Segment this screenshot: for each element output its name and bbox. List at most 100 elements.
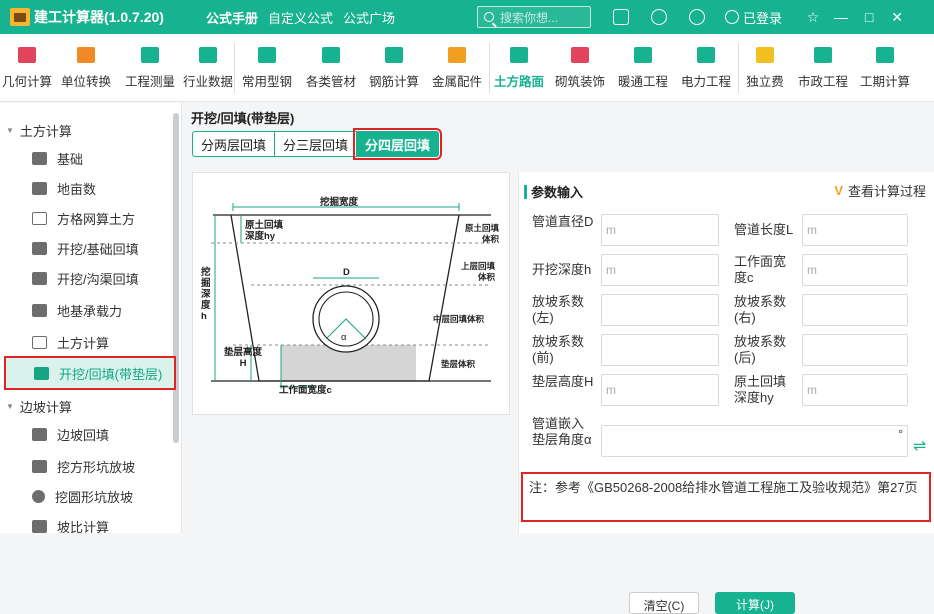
- login-status[interactable]: 已登录: [725, 8, 782, 27]
- label-orig-backfill-volume: 原土回填 体积: [465, 223, 500, 244]
- pipe-length-input[interactable]: m: [802, 214, 908, 246]
- sidebar-item-label: 开挖/基础回填: [57, 241, 139, 257]
- maximize-button[interactable]: □: [862, 9, 876, 25]
- toolbar-item-label: 各类管材: [305, 74, 356, 89]
- sidebar-item-grid-earthwork[interactable]: 方格网算土方: [32, 207, 135, 229]
- triangle-icon: [32, 335, 47, 349]
- pipe-icon: [322, 46, 340, 63]
- sidebar-item-label: 土方计算: [57, 335, 110, 351]
- sidebar-item-slope-ratio[interactable]: 坡比计算: [32, 515, 109, 533]
- cushion-height-input[interactable]: m: [601, 374, 719, 406]
- trench-diagram: 挖掘宽度 原土回填 深度hy 原土回填 体积 D 上层回填 体积 挖 掘 深 度…: [192, 172, 510, 415]
- app-logo-icon: [10, 8, 30, 26]
- label-work-width: 工作面宽度c: [734, 254, 787, 285]
- tree-group-slope[interactable]: ▼ 边坡计算: [6, 397, 72, 416]
- tab-formula-square[interactable]: 公式广场: [339, 8, 399, 27]
- toolbar-item-house-power[interactable]: 电力工程: [674, 34, 738, 102]
- toolbar-item-fitting[interactable]: 金属配件: [425, 34, 489, 102]
- tree-group-earthwork[interactable]: ▼ 土方计算: [6, 121, 72, 140]
- toolbar-item-pipe[interactable]: 各类管材: [299, 34, 363, 102]
- clear-button[interactable]: 清空(C): [629, 592, 699, 614]
- toolbar-item-cm[interactable]: 单位转换: [54, 34, 118, 102]
- slope-front-input[interactable]: [601, 334, 719, 366]
- close-button[interactable]: ✕: [890, 9, 904, 26]
- toolbar-item-municipal[interactable]: 市政工程: [791, 34, 855, 102]
- toolbar-item-axis[interactable]: 工程测量: [118, 34, 182, 102]
- sidebar-item-earthwork-calc[interactable]: 土方计算: [32, 331, 109, 353]
- settings-gear-icon[interactable]: [689, 9, 706, 25]
- search-input[interactable]: 搜索你想...: [477, 6, 592, 28]
- label-dig-depth: 挖 掘 深 度 h: [201, 267, 211, 322]
- subtab-three-layer[interactable]: 分三层回填: [274, 131, 357, 157]
- param-header: 参数输入: [524, 182, 583, 201]
- square-pit-icon: [32, 459, 47, 473]
- toolbar-item-chart[interactable]: 行业数据: [182, 34, 234, 102]
- reference-note: 注：参考《GB50268-2008给排水管道工程施工及验收规范》第27页: [521, 472, 931, 522]
- foundation-icon: [32, 151, 47, 165]
- toolbar-item-tools[interactable]: 常用型钢: [235, 34, 299, 102]
- slope-left-input[interactable]: [601, 294, 719, 326]
- chart-icon: [199, 46, 217, 63]
- title-bar: 建工计算器(1.0.7.20) 公式手册 自定义公式 公式广场 搜索你想... …: [0, 0, 934, 34]
- sidebar: ▼ 土方计算 基础 地亩数 方格网算土方 开挖/基础回填 开挖/沟渠回填 地基承…: [0, 103, 182, 533]
- tab-custom-formula[interactable]: 自定义公式: [264, 8, 337, 27]
- pipe-diameter-input[interactable]: m: [601, 214, 719, 246]
- grid-icon: [32, 211, 47, 225]
- dig-depth-input[interactable]: m: [601, 254, 719, 286]
- slope-right-input[interactable]: [802, 294, 908, 326]
- slope-back-input[interactable]: [802, 334, 908, 366]
- work-width-input[interactable]: m: [802, 254, 908, 286]
- subtab-two-layer[interactable]: 分两层回填: [192, 131, 275, 157]
- toolbar-item-truck[interactable]: 工期计算: [855, 34, 915, 102]
- view-calc-process-button[interactable]: V 查看计算过程: [834, 181, 926, 200]
- label-pipe-diameter: 管道直径D: [532, 214, 594, 229]
- toolbar-item-rebar[interactable]: 钢筋计算: [363, 34, 425, 102]
- calculate-button[interactable]: 计算(J): [715, 592, 795, 614]
- toolbar-item-fan[interactable]: 暖通工程: [612, 34, 674, 102]
- pin-icon[interactable]: ☆: [806, 9, 820, 26]
- embed-angle-input[interactable]: °: [601, 425, 908, 457]
- sidebar-item-round-pit[interactable]: 挖圆形坑放坡: [32, 485, 133, 507]
- screenshot-icon[interactable]: [613, 9, 630, 25]
- sidebar-item-foundation-backfill[interactable]: 开挖/基础回填: [32, 237, 139, 259]
- sidebar-item-square-pit[interactable]: 挖方形坑放坡: [32, 455, 135, 477]
- sidebar-item-ditch-backfill[interactable]: 开挖/沟渠回填: [32, 267, 139, 289]
- label-cushion-height: 垫层高度H: [532, 374, 594, 389]
- sidebar-item-backfill-with-cushion[interactable]: 开挖/回填(带垫层): [4, 356, 176, 390]
- label-slope-front: 放坡系数(前): [532, 334, 585, 365]
- param-header-label: 参数输入: [531, 185, 584, 200]
- toolbar-item-cube[interactable]: 几何计算: [0, 34, 54, 102]
- sidebar-item-bearing-capacity[interactable]: 地基承载力: [32, 299, 122, 321]
- label-orig-backfill-depth: 原土回填深度hy: [734, 374, 787, 405]
- toolbar-item-label: 常用型钢: [241, 74, 292, 89]
- toolbar-item-road[interactable]: 土方路面: [490, 34, 548, 102]
- sidebar-scrollbar[interactable]: [173, 113, 179, 443]
- search-icon: [484, 12, 495, 22]
- swap-arrows-icon[interactable]: ⇌: [913, 436, 926, 456]
- toolbar-item-label: 电力工程: [680, 74, 731, 89]
- trench-icon: [32, 271, 47, 285]
- toolbar-item-label: 独立费: [746, 74, 784, 89]
- cm-icon: [77, 46, 95, 63]
- sidebar-item-mu[interactable]: 地亩数: [32, 177, 96, 199]
- slope-icon: [32, 427, 47, 441]
- subtab-four-layer[interactable]: 分四层回填: [353, 128, 443, 160]
- trench-icon: [32, 241, 47, 255]
- sidebar-item-label: 坡比计算: [57, 519, 110, 534]
- minimize-button[interactable]: —: [834, 9, 848, 25]
- orig-backfill-depth-input[interactable]: m: [802, 374, 908, 406]
- toolbar-item-brick[interactable]: 砌筑装饰: [548, 34, 612, 102]
- label-slope-left: 放坡系数(左): [532, 294, 585, 325]
- toolbar-item-label: 几何计算: [1, 74, 52, 89]
- label-middle-backfill: 中层回填体积: [433, 314, 485, 324]
- rebar-icon: [385, 46, 403, 63]
- tab-formula-manual[interactable]: 公式手册: [202, 8, 262, 27]
- sidebar-item-foundation[interactable]: 基础: [32, 147, 83, 169]
- fitting-icon: [448, 46, 466, 63]
- headset-icon[interactable]: [651, 9, 668, 25]
- label-dig-depth: 开挖深度h: [532, 262, 592, 277]
- toolbar-item-fee[interactable]: 独立费: [739, 34, 791, 102]
- sidebar-item-slope-backfill[interactable]: 边坡回填: [32, 423, 109, 445]
- road-icon: [510, 46, 528, 63]
- sidebar-item-label: 边坡回填: [57, 427, 110, 443]
